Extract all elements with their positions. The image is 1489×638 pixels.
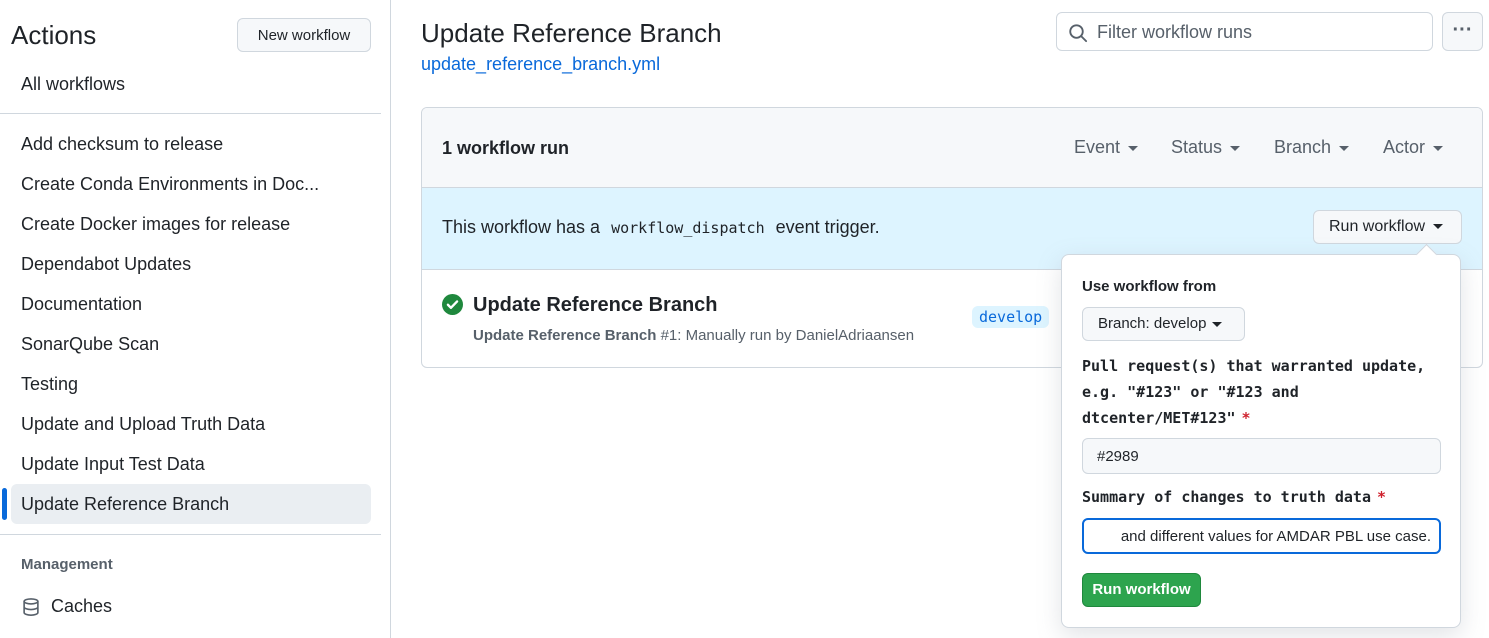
run-meta-workflow: Update Reference Branch (473, 327, 657, 344)
sidebar-item-sonarqube[interactable]: SonarQube Scan (11, 324, 371, 364)
sidebar-title: Actions (11, 20, 97, 50)
run-title[interactable]: Update Reference Branch (473, 294, 718, 317)
dispatch-code: workflow_dispatch (611, 219, 765, 237)
runs-count: 1 workflow run (442, 138, 570, 158)
filter-runs-input[interactable] (1097, 19, 1417, 45)
branch-filter-label: Branch (1274, 137, 1332, 157)
workflow-file-link[interactable]: update_reference_branch.yml (421, 54, 660, 75)
caret-down-icon (1339, 145, 1350, 151)
summary-label-text: Summary of changes to truth data (1082, 488, 1371, 506)
sidebar-item-create-conda[interactable]: Create Conda Environments in Doc... (11, 164, 371, 204)
sidebar: Actions New workflow All workflows Add c… (0, 0, 391, 638)
active-indicator (2, 488, 7, 520)
branch-select-button[interactable]: Branch: develop (1082, 307, 1245, 341)
sidebar-divider (0, 113, 381, 114)
sidebar-item-add-checksum[interactable]: Add checksum to release (11, 124, 371, 164)
dispatch-text: This workflow has a workflow_dispatch ev… (442, 217, 880, 238)
sidebar-item-update-reference-branch[interactable]: Update Reference Branch (11, 484, 371, 524)
status-filter-dropdown[interactable]: Status (1171, 137, 1241, 158)
actor-filter-label: Actor (1383, 137, 1426, 157)
sidebar-item-dependabot[interactable]: Dependabot Updates (11, 244, 371, 284)
more-options-button[interactable]: ··· (1442, 12, 1483, 51)
summary-field-label: Summary of changes to truth data * (1082, 484, 1447, 510)
caret-down-icon (1433, 145, 1444, 151)
check-circle-icon (442, 294, 463, 315)
status-filter-label: Status (1171, 137, 1223, 157)
required-mark: * (1376, 488, 1387, 506)
sidebar-item-update-input-test[interactable]: Update Input Test Data (11, 444, 371, 484)
page-title: Update Reference Branch (421, 18, 722, 48)
sidebar-item-update-upload-truth[interactable]: Update and Upload Truth Data (11, 404, 371, 444)
search-icon (1069, 24, 1088, 43)
pull-requests-label-text: Pull request(s) that warranted update, e… (1082, 357, 1426, 427)
run-meta-detail: #1: Manually run by DanielAdriaansen (656, 327, 915, 344)
dispatch-prefix: This workflow has a (442, 217, 601, 237)
sidebar-item-create-docker[interactable]: Create Docker images for release (11, 204, 371, 244)
branch-select-label: Branch: develop (1098, 315, 1207, 332)
caret-down-icon (1230, 145, 1241, 151)
filter-runs-field[interactable] (1056, 12, 1433, 51)
required-mark: * (1241, 409, 1251, 427)
use-workflow-from-label: Use workflow from (1082, 278, 1217, 295)
runs-header: 1 workflow run Event Status Branch Actor (422, 108, 1482, 188)
run-meta: Update Reference Branch #1: Manually run… (473, 327, 914, 344)
sidebar-item-testing[interactable]: Testing (11, 364, 371, 404)
dispatch-suffix: event trigger. (775, 217, 880, 237)
branch-filter-dropdown[interactable]: Branch (1274, 137, 1350, 158)
sidebar-item-all-workflows[interactable]: All workflows (11, 64, 371, 104)
management-heading: Management (21, 556, 113, 573)
run-workflow-popover: Use workflow from Branch: develop Pull r… (1061, 254, 1461, 628)
event-filter-label: Event (1074, 137, 1121, 157)
event-filter-dropdown[interactable]: Event (1074, 137, 1139, 158)
caret-down-icon (1128, 145, 1139, 151)
sidebar-item-caches[interactable]: Caches (11, 590, 371, 622)
new-workflow-button[interactable]: New workflow (237, 18, 371, 52)
caret-down-icon (1433, 224, 1444, 230)
run-workflow-dropdown-button[interactable]: Run workflow (1313, 210, 1462, 244)
caches-label: Caches (51, 596, 113, 616)
caret-down-icon (1212, 321, 1223, 327)
sidebar-divider (0, 534, 381, 535)
run-workflow-submit-button[interactable]: Run workflow (1082, 573, 1201, 607)
actor-filter-dropdown[interactable]: Actor (1383, 137, 1444, 158)
database-icon (23, 598, 39, 617)
run-workflow-label: Run workflow (1329, 218, 1426, 235)
pull-requests-input[interactable] (1082, 438, 1441, 474)
sidebar-item-documentation[interactable]: Documentation (11, 284, 371, 324)
summary-input[interactable] (1082, 518, 1441, 554)
pull-requests-field-label: Pull request(s) that warranted update, e… (1082, 353, 1447, 431)
branch-label[interactable]: develop (972, 306, 1050, 328)
